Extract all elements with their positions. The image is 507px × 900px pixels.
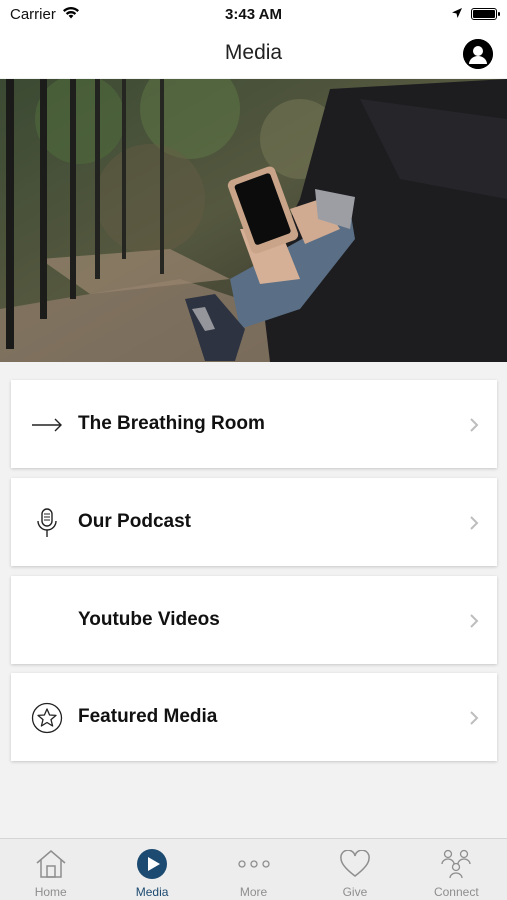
tab-label: Connect (433, 885, 479, 899)
chevron-right-icon (469, 418, 479, 432)
menu-item-youtube[interactable]: Youtube Videos (11, 576, 497, 664)
tab-label: Give (342, 885, 368, 899)
status-bar: Carrier 3:43 AM (0, 0, 507, 28)
nav-bar: Media (0, 28, 507, 78)
page-title: Media (224, 41, 283, 64)
heart-icon (338, 847, 372, 881)
people-icon (439, 847, 473, 881)
tab-home[interactable]: Home (0, 839, 101, 900)
menu-item-label: The Breathing Room (78, 413, 265, 434)
menu-item-breathing-room[interactable]: The Breathing Room (11, 380, 497, 468)
tab-media[interactable]: Media (101, 839, 202, 900)
menu-item-label: Youtube Videos (78, 609, 220, 630)
star-circle-icon (31, 702, 63, 734)
arrow-right-icon (31, 409, 63, 441)
menu-item-featured-media[interactable]: Featured Media (11, 673, 497, 761)
play-circle-icon (135, 847, 169, 881)
chevron-right-icon (469, 614, 479, 628)
menu-item-label: Our Podcast (78, 511, 191, 532)
tab-more[interactable]: More (203, 839, 304, 900)
status-time: 3:43 AM (225, 5, 282, 23)
tab-label: Home (34, 885, 67, 899)
menu-item-podcast[interactable]: Our Podcast (11, 478, 497, 566)
profile-icon[interactable] (463, 39, 493, 69)
tab-connect[interactable]: Connect (406, 839, 507, 900)
more-dots-icon (237, 847, 271, 881)
tab-label: Media (135, 885, 169, 899)
microphone-icon (31, 507, 63, 539)
battery-icon (471, 8, 500, 20)
tab-bar: Home Media More Give Connect (0, 838, 507, 900)
menu-item-label: Featured Media (78, 706, 218, 727)
tab-label: More (239, 885, 268, 899)
chevron-right-icon (469, 516, 479, 530)
home-icon (34, 847, 68, 881)
chevron-right-icon (469, 711, 479, 725)
tab-give[interactable]: Give (304, 839, 405, 900)
hero-photo (0, 79, 507, 362)
